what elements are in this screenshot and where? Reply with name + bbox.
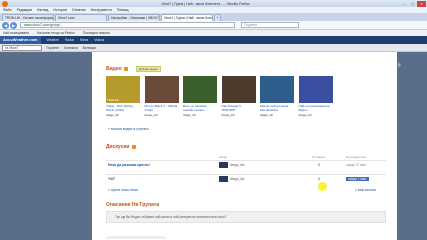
url-field[interactable]: www.vbox7.com/group/... xyxy=(20,22,235,28)
last-post-time[interactable]: преди 1 мин. xyxy=(346,177,370,181)
bookmark-latest-news[interactable]: Последни новини xyxy=(83,31,110,35)
menu-edit[interactable]: Редакция xyxy=(17,8,32,12)
video-title-link[interactable]: Вече се записва онлайн сезона... xyxy=(183,104,207,112)
video-item[interactable]: Вече се записва онлайн сезона... drago_b… xyxy=(183,76,217,117)
videos-title: Видео xyxy=(106,66,122,72)
video-author: drago_bb xyxy=(144,113,158,117)
tab-tron[interactable]: TRON LW - Остане на информацио... xyxy=(2,14,54,21)
description-box: Тук ще Ви бъдат събрани най-мили и най-и… xyxy=(106,211,386,223)
accu-item-radar[interactable]: Radar xyxy=(65,38,74,42)
menu-tools[interactable]: Инструменти xyxy=(91,8,112,12)
header-answers: Отговори xyxy=(312,155,325,159)
video-author: drago_bb xyxy=(106,113,120,117)
video-thumbnail[interactable] xyxy=(183,76,217,103)
last-post-time[interactable]: преди 37 мин. xyxy=(346,163,367,167)
accu-item-news[interactable]: News xyxy=(80,38,88,42)
add-video-button[interactable]: Добави видео xyxy=(135,66,162,72)
topic-link[interactable]: ЧАТ xyxy=(108,177,115,181)
tab-vbox7[interactable]: Vbox7.com xyxy=(55,14,107,21)
menu-view[interactable]: Изглед xyxy=(37,8,48,12)
menu-file[interactable]: Файл xyxy=(3,8,12,12)
back-icon[interactable]: ◀ xyxy=(2,21,9,29)
video-item[interactable]: Men In Black 3 - Official Trailer drago_… xyxy=(144,76,179,117)
toolbar-item-notes[interactable]: Бележки xyxy=(83,46,96,50)
avatar[interactable] xyxy=(219,162,228,168)
video-thumbnail[interactable] xyxy=(260,76,294,103)
answer-count: 0 xyxy=(318,177,320,181)
topic-author[interactable]: diego_bb xyxy=(230,163,244,167)
minimize-button[interactable]: – xyxy=(401,1,408,7)
page-background: Видео Добави видео TRAILER Trailer - Bob… xyxy=(0,52,427,240)
header-last-post: Последен пост xyxy=(346,155,367,159)
answer-count: 0 xyxy=(318,163,320,167)
bookmark-most-visited[interactable]: Най-посещавани xyxy=(3,31,29,35)
header-author: Автор xyxy=(219,155,228,159)
table-row[interactable]: ЧАТ diego_bb 0 преди 1 мин. xyxy=(106,174,386,183)
toolbar-item-search[interactable]: Търсене xyxy=(46,46,59,50)
firefox-icon xyxy=(2,0,8,7)
video-thumbnail[interactable] xyxy=(144,76,179,103)
all-videos-link[interactable]: » всички видеа в групата xyxy=(108,127,149,131)
video-title-link[interactable]: Пак Ричард С ТРЕНИНГ xyxy=(222,104,242,112)
video-author: drago_bb xyxy=(260,113,274,117)
navigation-bar: ◀ ▶ www.vbox7.com/group/... Търсене xyxy=(0,21,427,30)
accuweather-logo[interactable]: AccuWeather.com xyxy=(0,36,41,44)
tab-bar: TRON LW - Остане на информацио... Vbox7.… xyxy=(0,13,427,21)
video-title-link[interactable]: Мисии на България във Фейсбук xyxy=(260,104,288,112)
window-titlebar: Vbox7 | Групи | Най - мили Клипчета ... … xyxy=(0,0,427,7)
maximize-button[interactable]: □ xyxy=(409,1,416,7)
video-item[interactable]: TRAILER Trailer - Bob Marley Movie (2012… xyxy=(106,76,140,117)
description-heading: Описание На Групата xyxy=(106,202,160,208)
secondary-toolbar: гл.Vbox7 Търсене Контакти Бележки xyxy=(0,44,427,52)
all-discussions-link[interactable]: » виж всички xyxy=(355,188,376,192)
video-thumbnail[interactable] xyxy=(221,76,256,103)
topic-author[interactable]: diego_bb xyxy=(230,177,244,181)
video-item[interactable]: Най-ентусиазираните Видео drago_bb xyxy=(298,76,333,117)
tab-settings[interactable]: Настройки - Описание | VBOX7 xyxy=(108,14,160,21)
group-content: Видео Добави видео TRAILER Trailer - Bob… xyxy=(92,52,397,240)
search-input[interactable]: Търсене xyxy=(241,22,299,28)
feedback-tab-icon[interactable] xyxy=(398,62,401,68)
video-author: drago_bb xyxy=(221,113,235,117)
toolbar-item-contacts[interactable]: Контакти xyxy=(64,46,78,50)
toolbar-search-input[interactable]: гл.Vbox7 xyxy=(2,44,42,51)
avatar[interactable] xyxy=(219,176,228,182)
video-thumbnail[interactable]: TRAILER xyxy=(106,76,140,103)
table-row[interactable]: Нека да разкажа кратко! diego_bb 0 преди… xyxy=(106,160,386,169)
accu-item-weather[interactable]: Weather xyxy=(47,38,59,42)
new-tab-button[interactable]: + xyxy=(214,14,221,21)
window-title: Vbox7 | Групи | Най - мили Клипчета ... … xyxy=(161,1,250,6)
new-topic-link[interactable]: » пусни нова тема xyxy=(108,188,138,192)
video-list: TRAILER Trailer - Bob Marley Movie (2012… xyxy=(106,76,337,117)
video-item[interactable]: Мисии на България във Фейсбук drago_bb xyxy=(260,76,294,117)
discussions-heading: Дискусии xyxy=(106,144,136,150)
discussions-title: Дискусии xyxy=(106,144,130,150)
video-title-link[interactable]: Men In Black 3 - Official Trailer xyxy=(145,104,178,112)
video-author: drago_bb xyxy=(183,113,197,117)
tab-group[interactable]: Vbox7 | Групи | Най - мили Клипче... xyxy=(161,14,213,21)
rss-icon[interactable] xyxy=(123,67,128,71)
video-author: drago_bb xyxy=(298,113,312,117)
video-item[interactable]: Пак Ричард С ТРЕНИНГ drago_bb xyxy=(221,76,256,117)
menu-bookmarks[interactable]: Отметки xyxy=(72,8,86,12)
video-thumbnail[interactable] xyxy=(298,76,333,103)
video-title-link[interactable]: Най-ентусиазираните Видео xyxy=(299,104,330,112)
videos-heading: Видео Добави видео xyxy=(106,66,162,72)
accu-item-videos[interactable]: Videos xyxy=(94,38,104,42)
video-title-link[interactable]: Trailer - Bob Marley Movie (2012) xyxy=(106,104,133,112)
menu-history[interactable]: История xyxy=(53,8,67,12)
rss-icon[interactable] xyxy=(131,145,136,149)
thumbnail-label: TRAILER xyxy=(107,98,119,102)
section-divider xyxy=(106,236,166,239)
topic-link[interactable]: Нека да разкажа кратко! xyxy=(108,163,150,167)
forward-icon[interactable]: ▶ xyxy=(10,21,17,29)
close-button[interactable]: × xyxy=(417,0,426,7)
cursor-highlight xyxy=(318,182,327,191)
accuweather-toolbar: AccuWeather.com Weather Radar News Video… xyxy=(0,36,427,44)
bookmark-getting-started[interactable]: Начални неща за Firefox xyxy=(37,31,75,35)
menu-help[interactable]: Помощ xyxy=(117,8,129,12)
